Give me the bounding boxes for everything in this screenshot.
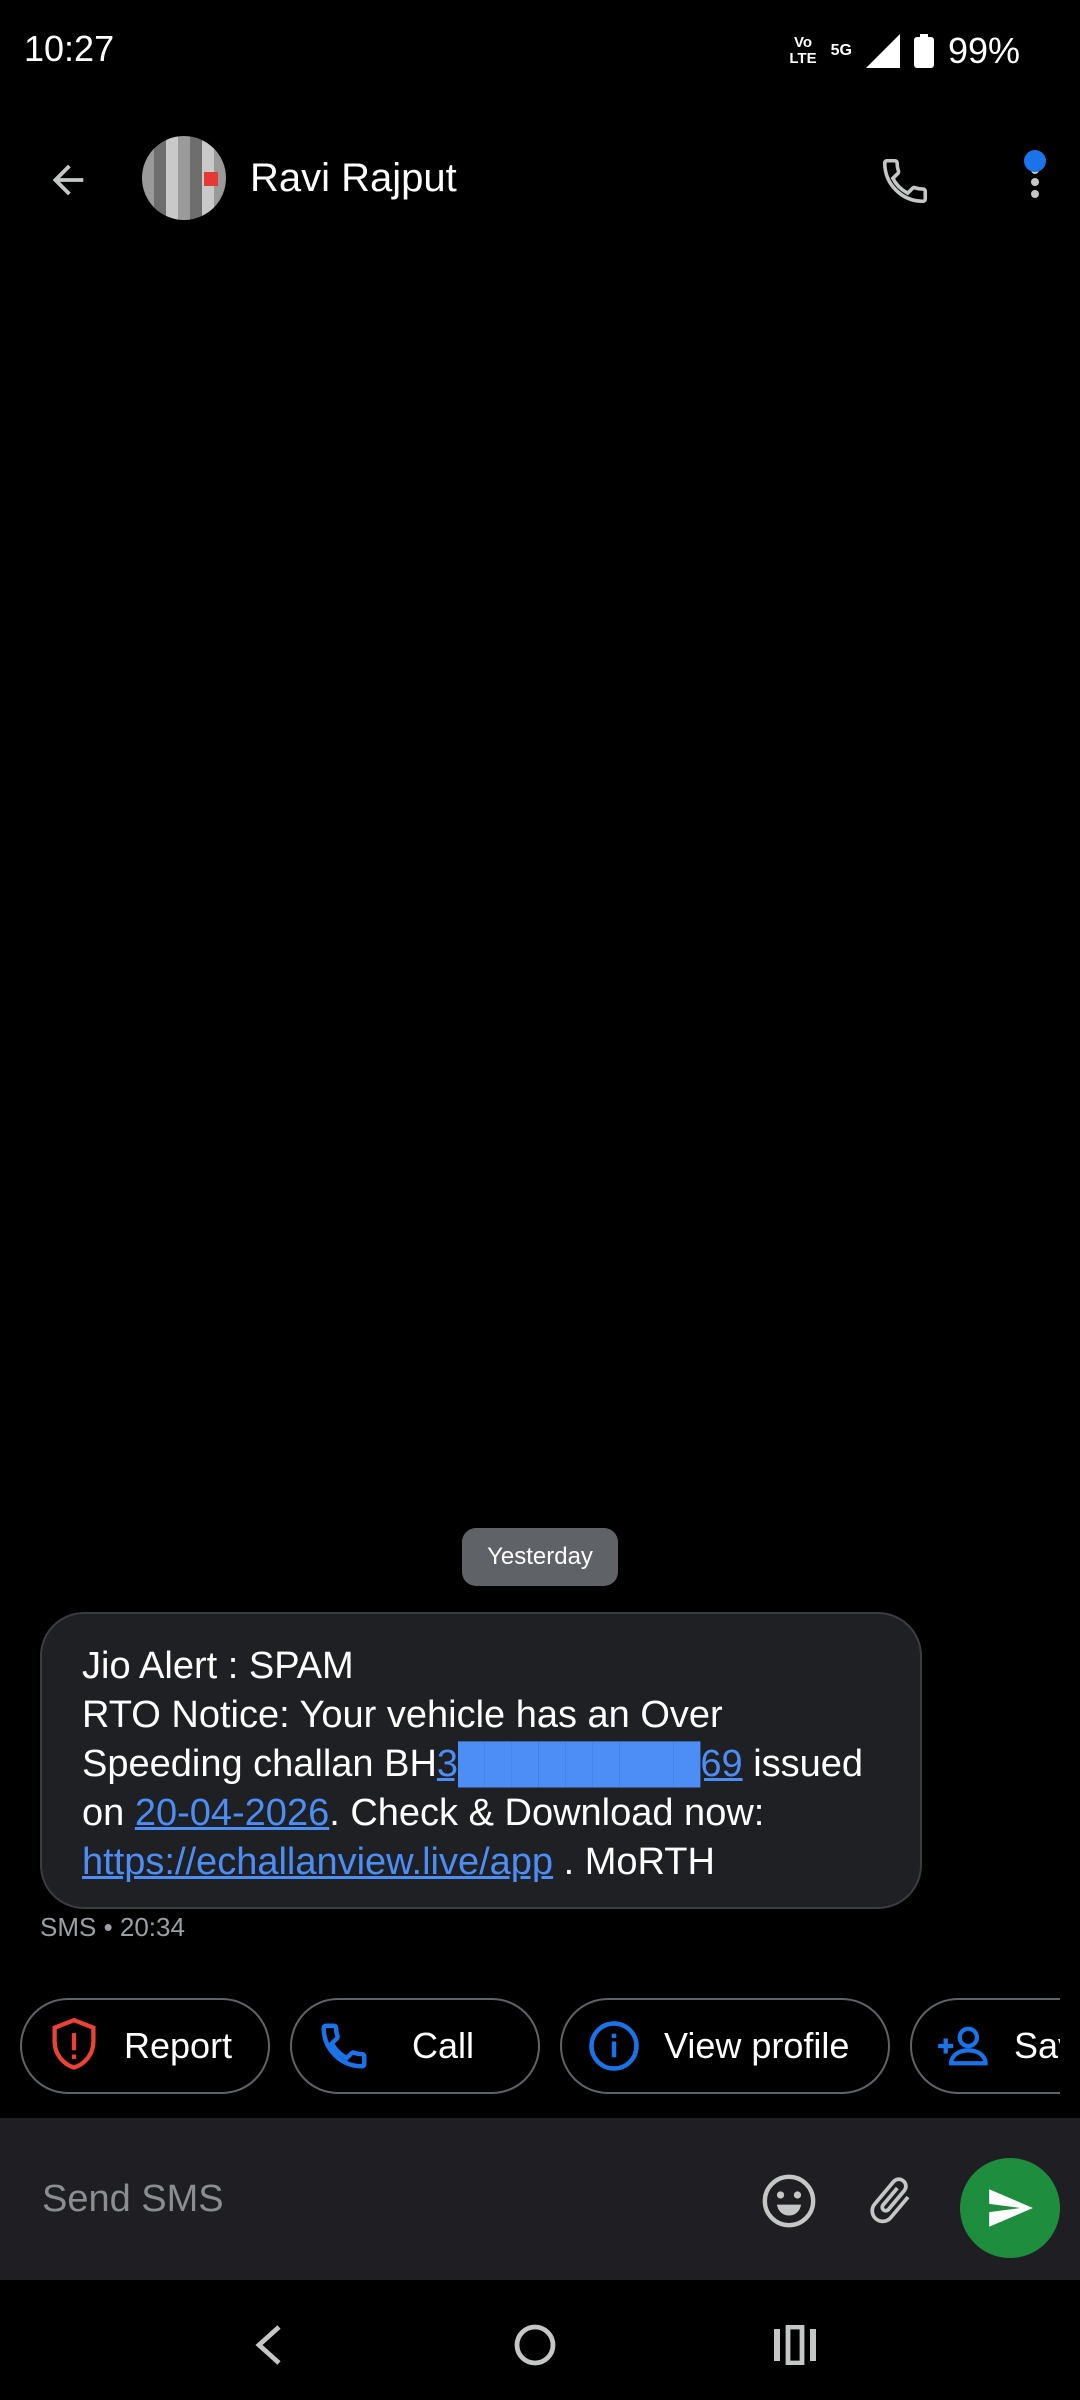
- unread-indicator-dot: [1024, 150, 1046, 172]
- home-icon: [514, 2324, 556, 2366]
- contact-name[interactable]: Ravi Rajput: [250, 156, 457, 201]
- volte-icon: Vo LTE: [789, 34, 817, 67]
- status-bar: 10:27 Vo LTE 5G 99%: [0, 0, 1080, 105]
- network-type-icon: 5G: [830, 42, 852, 59]
- view-profile-chip-label: View profile: [664, 2025, 850, 2066]
- date-separator: Yesterday: [462, 1528, 618, 1586]
- shield-alert-icon: [46, 2018, 102, 2074]
- info-icon: [586, 2018, 642, 2074]
- nav-recents-button[interactable]: [760, 2310, 830, 2380]
- send-button[interactable]: [960, 2158, 1060, 2258]
- call-chip-label: Call: [412, 2025, 475, 2066]
- emoji-icon: [762, 2174, 816, 2228]
- suggestion-chips: Report Call View profile Sa: [20, 1998, 1060, 2098]
- call-chip[interactable]: Call: [290, 1998, 540, 2094]
- system-nav-bar: [0, 2280, 1080, 2400]
- battery-percent: 99%: [947, 30, 1020, 71]
- status-icons: Vo LTE 5G 99%: [789, 30, 1020, 72]
- date-link[interactable]: 20-04-2026: [135, 1792, 329, 1834]
- save-contact-chip[interactable]: Save: [910, 1998, 1060, 2094]
- report-chip[interactable]: Report: [20, 1998, 270, 2094]
- emoji-button[interactable]: [756, 2168, 822, 2234]
- back-button[interactable]: [38, 150, 98, 210]
- call-button[interactable]: [870, 146, 940, 216]
- signal-icon: [865, 34, 900, 68]
- vehicle-number-link[interactable]: 3█████████69: [437, 1743, 743, 1785]
- compose-bar: [0, 2118, 1080, 2280]
- conversation-header: Ravi Rajput: [0, 120, 1080, 240]
- recents-icon: [774, 2325, 816, 2365]
- nav-home-button[interactable]: [500, 2310, 570, 2380]
- attach-icon: [870, 2177, 910, 2224]
- send-icon: [989, 2189, 1033, 2227]
- phone-icon: [316, 2018, 372, 2074]
- phone-icon: [882, 158, 928, 204]
- spam-alert-label: Jio Alert : SPAM: [82, 1645, 354, 1687]
- message-input[interactable]: [40, 2166, 724, 2232]
- report-chip-label: Report: [124, 2025, 233, 2066]
- arrow-back-icon: [52, 164, 84, 196]
- back-icon: [255, 2325, 281, 2365]
- attach-button[interactable]: [858, 2168, 924, 2234]
- message-body: RTO Notice: Your vehicle has an Over Spe…: [82, 1694, 864, 1883]
- add-person-icon: [936, 2018, 992, 2074]
- avatar[interactable]: [142, 136, 226, 220]
- view-profile-chip[interactable]: View profile: [560, 1998, 890, 2094]
- save-contact-chip-label: Save: [1014, 2025, 1060, 2066]
- message-bubble[interactable]: Jio Alert : SPAM RTO Notice: Your vehicl…: [40, 1612, 922, 1909]
- status-time: 10:27: [24, 28, 115, 69]
- message-meta: SMS • 20:34: [40, 1912, 185, 1942]
- url-link[interactable]: https://echallanview.live/app: [82, 1841, 553, 1883]
- battery-icon: [913, 34, 934, 68]
- nav-back-button[interactable]: [236, 2310, 306, 2380]
